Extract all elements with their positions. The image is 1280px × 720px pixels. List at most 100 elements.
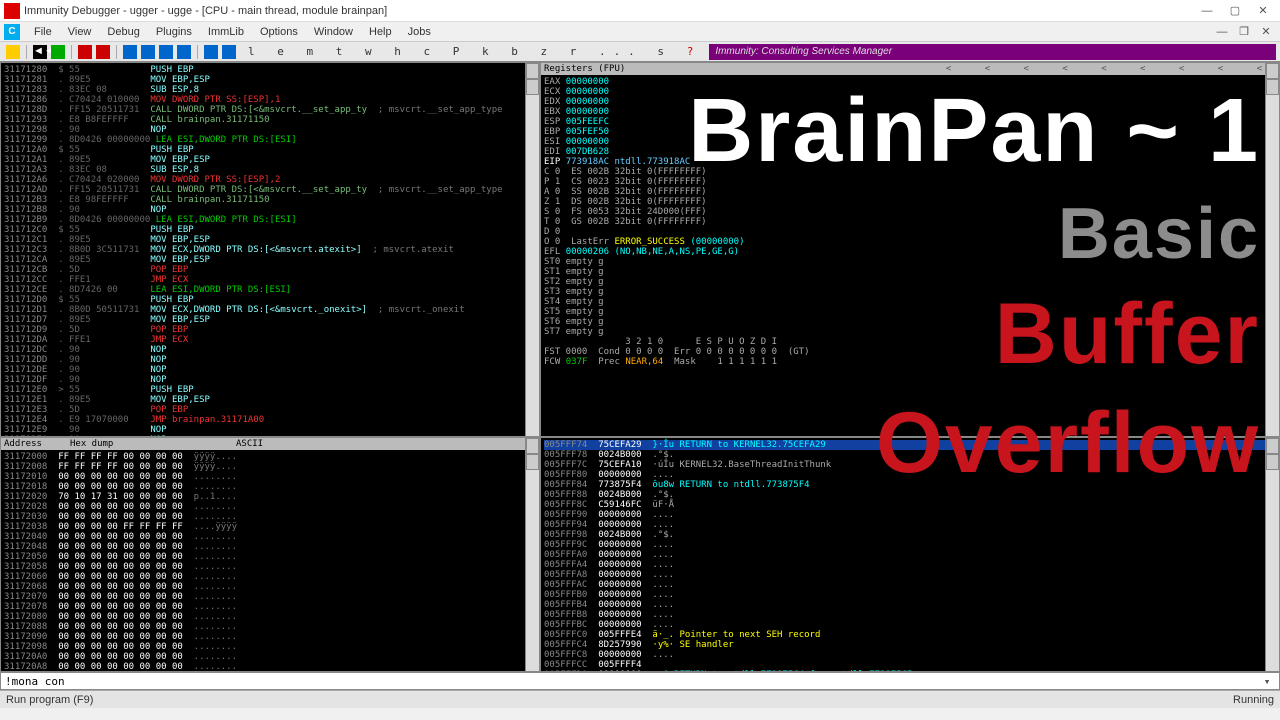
register-line[interactable]: ESI 00000000 — [544, 137, 1276, 147]
disasm-line[interactable]: 311712DC . 90 NOP — [4, 345, 536, 355]
register-line[interactable]: P 1 CS 0023 32bit 0(FFFFFFFF) — [544, 177, 1276, 187]
register-line[interactable]: S 0 FS 0053 32bit 24D000(FFF) — [544, 207, 1276, 217]
stack-line[interactable]: 005FFFB0 00000000 .... — [544, 590, 1276, 600]
register-line[interactable]: EDI 007DB628 — [544, 147, 1276, 157]
run-till-return-icon[interactable] — [204, 45, 218, 59]
goto-icon[interactable] — [222, 45, 236, 59]
disasm-line[interactable]: 311712CC . FFE1 JMP ECX — [4, 275, 536, 285]
register-line[interactable]: FCW 037F Prec NEAR,64 Mask 1 1 1 1 1 1 — [544, 357, 1276, 367]
dump-line[interactable]: 31172058 00 00 00 00 00 00 00 00 .......… — [4, 562, 536, 572]
scrollbar[interactable] — [1265, 63, 1279, 436]
register-line[interactable]: Z 1 DS 002B 32bit 0(FFFFFFFF) — [544, 197, 1276, 207]
disasm-line[interactable]: 311712D7 . 89E5 MOV EBP,ESP — [4, 315, 536, 325]
stack-line[interactable]: 005FFF80 00000000 .... — [544, 470, 1276, 480]
stack-line[interactable]: 005FFF8C C59146FC üF·Å — [544, 500, 1276, 510]
disasm-line[interactable]: 311712B8 . 90 NOP — [4, 205, 536, 215]
register-line[interactable]: ST4 empty g — [544, 297, 1276, 307]
disasm-line[interactable]: 31171293 . E8 B8FEFFFF CALL brainpan.311… — [4, 115, 536, 125]
disasm-line[interactable]: 311712A6 . C70424 020000 MOV DWORD PTR S… — [4, 175, 536, 185]
dump-line[interactable]: 31172050 00 00 00 00 00 00 00 00 .......… — [4, 552, 536, 562]
disasm-line[interactable]: 311712D9 . 5D POP EBP — [4, 325, 536, 335]
disasm-line[interactable]: 311712DF . 90 NOP — [4, 375, 536, 385]
disasm-line[interactable]: 311712DD . 90 NOP — [4, 355, 536, 365]
dump-line[interactable]: 31172028 00 00 00 00 00 00 00 00 .......… — [4, 502, 536, 512]
menu-file[interactable]: File — [26, 24, 60, 40]
step-into-icon[interactable] — [123, 45, 137, 59]
register-line[interactable]: EFL 00000206 (NO,NB,NE,A,NS,PE,GE,G) — [544, 247, 1276, 257]
register-line[interactable]: ST2 empty g — [544, 277, 1276, 287]
disasm-line[interactable]: 311712CA . 89E5 MOV EBP,ESP — [4, 255, 536, 265]
registers-tabs[interactable]: < < < < < < < < < — [946, 64, 1276, 74]
stack-line[interactable]: 005FFFC4 8D257990 ·y%· SE handler — [544, 640, 1276, 650]
stack-line[interactable]: 005FFF88 0024B000 .°$. — [544, 490, 1276, 500]
stack-line[interactable]: 005FFFC0 005FFFE4 ä·_. Pointer to next S… — [544, 630, 1276, 640]
stack-line[interactable]: 005FFFB8 00000000 .... — [544, 610, 1276, 620]
dump-line[interactable]: 31172098 00 00 00 00 00 00 00 00 .......… — [4, 642, 536, 652]
dump-line[interactable]: 31172018 00 00 00 00 00 00 00 00 .......… — [4, 482, 536, 492]
scrollbar[interactable] — [525, 63, 539, 436]
stack-line[interactable]: 005FFFB4 00000000 .... — [544, 600, 1276, 610]
dump-line[interactable]: 31172068 00 00 00 00 00 00 00 00 .......… — [4, 582, 536, 592]
registers-pane[interactable]: Registers (FPU) < < < < < < < < < EAX 00… — [540, 62, 1280, 437]
register-line[interactable]: C 0 ES 002B 32bit 0(FFFFFFFF) — [544, 167, 1276, 177]
register-line[interactable]: EBP 005FEF50 — [544, 127, 1276, 137]
stack-line[interactable]: 005FFFAC 00000000 .... — [544, 580, 1276, 590]
stack-line[interactable]: 005FFFA0 00000000 .... — [544, 550, 1276, 560]
register-line[interactable]: 3 2 1 0 E S P U O Z D I — [544, 337, 1276, 347]
mdi-close-button[interactable]: ✕ — [1256, 25, 1276, 39]
register-line[interactable]: D 0 — [544, 227, 1276, 237]
stack-line[interactable]: 005FFF90 00000000 .... — [544, 510, 1276, 520]
disasm-line[interactable]: 31171298 . 90 NOP — [4, 125, 536, 135]
register-line[interactable]: EIP 773918AC ntdll.773918AC — [544, 157, 1276, 167]
disasm-line[interactable]: 311712E9 90 NOP — [4, 425, 536, 435]
dump-line[interactable]: 31172038 00 00 00 00 FF FF FF FF ....ÿÿÿ… — [4, 522, 536, 532]
trace-over-icon[interactable] — [177, 45, 191, 59]
stack-pane[interactable]: 005FFF74 75CEFA29 }·Îu RETURN to KERNEL3… — [540, 437, 1280, 672]
dump-line[interactable]: 31172090 00 00 00 00 00 00 00 00 .......… — [4, 632, 536, 642]
mdi-minimize-button[interactable]: — — [1212, 25, 1232, 39]
disasm-line[interactable]: 311712A1 . 89E5 MOV EBP,ESP — [4, 155, 536, 165]
menu-jobs[interactable]: Jobs — [400, 24, 439, 40]
stack-line[interactable]: 005FFFC8 00000000 .... — [544, 650, 1276, 660]
register-line[interactable]: FST 0000 Cond 0 0 0 0 Err 0 0 0 0 0 0 0 … — [544, 347, 1276, 357]
pause-icon[interactable] — [78, 45, 92, 59]
disasm-line[interactable]: 31171283 . 83EC 08 SUB ESP,8 — [4, 85, 536, 95]
stack-line[interactable]: 005FFF84 773875F4 ôu8w RETURN to ntdll.7… — [544, 480, 1276, 490]
scrollbar[interactable] — [525, 438, 539, 671]
stop-icon[interactable] — [96, 45, 110, 59]
dump-line[interactable]: 31172010 00 00 00 00 00 00 00 00 .......… — [4, 472, 536, 482]
disasm-line[interactable]: 311712DE . 90 NOP — [4, 365, 536, 375]
register-line[interactable]: EAX 00000000 — [544, 77, 1276, 87]
register-line[interactable]: ST6 empty g — [544, 317, 1276, 327]
command-bar[interactable]: ▾ — [0, 672, 1280, 690]
stack-line[interactable]: 005FFFD0 00000000 -øϘ RETURN to ntdll.77… — [544, 670, 1276, 672]
dump-line[interactable]: 31172008 FF FF FF FF 00 00 00 00 ÿÿÿÿ...… — [4, 462, 536, 472]
disasm-line[interactable]: 311712DA . FFE1 JMP ECX — [4, 335, 536, 345]
disasm-line[interactable]: 31171280 $ 55 PUSH EBP — [4, 65, 536, 75]
stack-line[interactable]: 005FFFBC 00000000 .... — [544, 620, 1276, 630]
disasm-line[interactable]: 311712E1 . 89E5 MOV EBP,ESP — [4, 395, 536, 405]
step-over-icon[interactable] — [141, 45, 155, 59]
menu-view[interactable]: View — [60, 24, 100, 40]
register-line[interactable]: EBX 00000000 — [544, 107, 1276, 117]
stack-line[interactable]: 005FFFCC 005FFFF4 — [544, 660, 1276, 670]
stack-line[interactable]: 005FFF78 0024B000 .°$. — [544, 450, 1276, 460]
stack-line[interactable]: 005FFF74 75CEFA29 }·Îu RETURN to KERNEL3… — [544, 440, 1276, 450]
disasm-line[interactable]: 31171281 . 89E5 MOV EBP,ESP — [4, 75, 536, 85]
register-line[interactable]: ST5 empty g — [544, 307, 1276, 317]
register-line[interactable]: T 0 GS 002B 32bit 0(FFFFFFFF) — [544, 217, 1276, 227]
register-line[interactable]: ST1 empty g — [544, 267, 1276, 277]
register-line[interactable]: ST3 empty g — [544, 287, 1276, 297]
play-icon[interactable] — [51, 45, 65, 59]
register-line[interactable]: ST0 empty g — [544, 257, 1276, 267]
hexdump-pane[interactable]: Address Hex dump ASCII 31172000 FF FF FF… — [0, 437, 540, 672]
disasm-line[interactable]: 311712CB . 5D POP EBP — [4, 265, 536, 275]
disasm-line[interactable]: 311712C1 . 89E5 MOV EBP,ESP — [4, 235, 536, 245]
stack-line[interactable]: 005FFFA4 00000000 .... — [544, 560, 1276, 570]
disasm-line[interactable]: 311712C0 $ 55 PUSH EBP — [4, 225, 536, 235]
dump-line[interactable]: 31172080 00 00 00 00 00 00 00 00 .......… — [4, 612, 536, 622]
disassembly-pane[interactable]: 31171280 $ 55 PUSH EBP31171281 . 89E5 MO… — [0, 62, 540, 437]
maximize-button[interactable]: ▢ — [1222, 3, 1248, 19]
menu-immlib[interactable]: ImmLib — [200, 24, 252, 40]
disasm-line[interactable]: 311712D0 $ 55 PUSH EBP — [4, 295, 536, 305]
